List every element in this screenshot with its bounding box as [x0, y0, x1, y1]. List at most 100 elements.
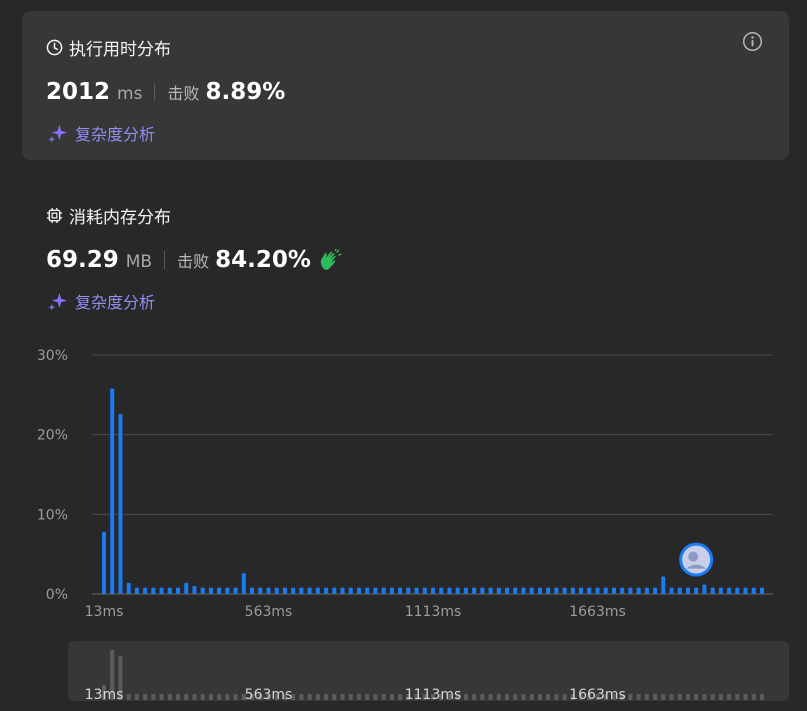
distribution-bar[interactable]	[406, 587, 411, 594]
distribution-bar[interactable]	[414, 587, 419, 594]
distribution-bar[interactable]	[661, 576, 666, 594]
distribution-bar[interactable]	[398, 587, 403, 594]
runtime-title-text: 执行用时分布	[69, 40, 171, 60]
distribution-bar[interactable]	[579, 587, 584, 594]
distribution-bar[interactable]	[241, 573, 246, 594]
distribution-bar[interactable]	[159, 587, 164, 594]
distribution-bar[interactable]	[472, 587, 477, 594]
distribution-bar[interactable]	[381, 587, 386, 594]
distribution-bar[interactable]	[291, 587, 296, 594]
distribution-bar[interactable]	[480, 587, 485, 594]
distribution-bar[interactable]	[694, 587, 699, 594]
distribution-bar[interactable]	[324, 587, 329, 594]
distribution-bar[interactable]	[546, 587, 551, 594]
range-selector-bar	[373, 694, 378, 700]
distribution-bar[interactable]	[587, 587, 592, 594]
distribution-bar[interactable]	[677, 587, 682, 594]
range-selector-bar	[546, 694, 551, 700]
distribution-bar[interactable]	[176, 587, 181, 594]
distribution-bar[interactable]	[628, 587, 633, 594]
distribution-bar[interactable]	[562, 587, 567, 594]
distribution-bar[interactable]	[603, 587, 608, 594]
distribution-bar[interactable]	[282, 587, 287, 594]
y-tick-label: 10%	[37, 507, 68, 523]
distribution-bar[interactable]	[751, 587, 756, 594]
distribution-bar[interactable]	[718, 587, 723, 594]
distribution-bar[interactable]	[365, 587, 370, 594]
distribution-bar[interactable]	[274, 587, 279, 594]
distribution-bar[interactable]	[727, 587, 732, 594]
distribution-bar[interactable]	[233, 587, 238, 594]
range-selector-bar	[702, 694, 707, 700]
distribution-bar[interactable]	[118, 413, 123, 594]
distribution-bar[interactable]	[653, 587, 658, 594]
distribution-bar[interactable]	[315, 587, 320, 594]
distribution-bar[interactable]	[439, 587, 444, 594]
distribution-bar[interactable]	[200, 587, 205, 594]
distribution-bar[interactable]	[513, 587, 518, 594]
distribution-bar[interactable]	[702, 584, 707, 594]
distribution-bar[interactable]	[529, 587, 534, 594]
distribution-bar[interactable]	[143, 587, 148, 594]
distribution-bar[interactable]	[356, 587, 361, 594]
distribution-bar[interactable]	[299, 587, 304, 594]
range-selector-bar	[505, 694, 510, 700]
distribution-bar[interactable]	[340, 587, 345, 594]
distribution-bar[interactable]	[636, 587, 641, 594]
distribution-bar[interactable]	[669, 587, 674, 594]
memory-title-text: 消耗内存分布	[69, 208, 171, 228]
distribution-bar[interactable]	[258, 587, 263, 594]
range-selector-bar	[480, 694, 485, 700]
distribution-bar[interactable]	[743, 587, 748, 594]
distribution-bar[interactable]	[348, 587, 353, 594]
distribution-bar[interactable]	[595, 587, 600, 594]
distribution-bar[interactable]	[463, 587, 468, 594]
distribution-bar[interactable]	[151, 587, 156, 594]
distribution-bar[interactable]	[431, 587, 435, 594]
distribution-bar[interactable]	[225, 587, 230, 594]
distribution-bar[interactable]	[134, 587, 139, 594]
distribution-bar[interactable]	[488, 587, 493, 594]
divider	[164, 251, 166, 269]
memory-title: 消耗内存分布	[46, 203, 171, 228]
distribution-bar[interactable]	[505, 587, 510, 594]
range-selector-label: 1663ms	[569, 687, 626, 703]
distribution-bar[interactable]	[192, 586, 197, 594]
distribution-bar[interactable]	[208, 587, 213, 594]
memory-complexity-link[interactable]: 复杂度分析	[47, 289, 155, 313]
distribution-bar[interactable]	[307, 587, 312, 594]
range-selector-bar	[192, 694, 197, 700]
distribution-bar[interactable]	[332, 587, 337, 594]
distribution-bar[interactable]	[554, 587, 559, 594]
distribution-bar[interactable]	[570, 587, 575, 594]
distribution-bar[interactable]	[735, 587, 740, 594]
distribution-bar[interactable]	[611, 587, 616, 594]
distribution-bar[interactable]	[685, 587, 690, 594]
distribution-bar[interactable]	[110, 388, 115, 594]
range-selector-bar	[669, 694, 674, 700]
distribution-bar[interactable]	[217, 587, 222, 594]
range-selector-bar	[389, 694, 394, 700]
runtime-complexity-link[interactable]: 复杂度分析	[47, 121, 155, 145]
distribution-bar[interactable]	[422, 587, 427, 594]
distribution-bar[interactable]	[266, 587, 271, 594]
distribution-bar[interactable]	[447, 587, 452, 594]
distribution-bar[interactable]	[620, 587, 625, 594]
range-selector[interactable]: 13ms 563ms 1113ms 1663ms	[0, 636, 807, 711]
info-icon[interactable]	[742, 31, 763, 52]
distribution-bar[interactable]	[521, 587, 526, 594]
distribution-bar[interactable]	[250, 587, 255, 594]
distribution-bar[interactable]	[167, 587, 172, 594]
distribution-bar[interactable]	[644, 587, 649, 594]
distribution-bar[interactable]	[537, 587, 542, 594]
distribution-bar[interactable]	[760, 587, 764, 594]
distribution-bar[interactable]	[455, 587, 460, 594]
distribution-bar[interactable]	[373, 587, 378, 594]
memory-metric: 69.29 MB 击败 84.20%	[46, 247, 342, 273]
distribution-bar[interactable]	[710, 587, 715, 594]
distribution-bar[interactable]	[102, 531, 106, 594]
distribution-bar[interactable]	[126, 582, 131, 594]
distribution-bar[interactable]	[389, 587, 394, 594]
distribution-bar[interactable]	[496, 587, 501, 594]
distribution-bar[interactable]	[184, 582, 189, 594]
